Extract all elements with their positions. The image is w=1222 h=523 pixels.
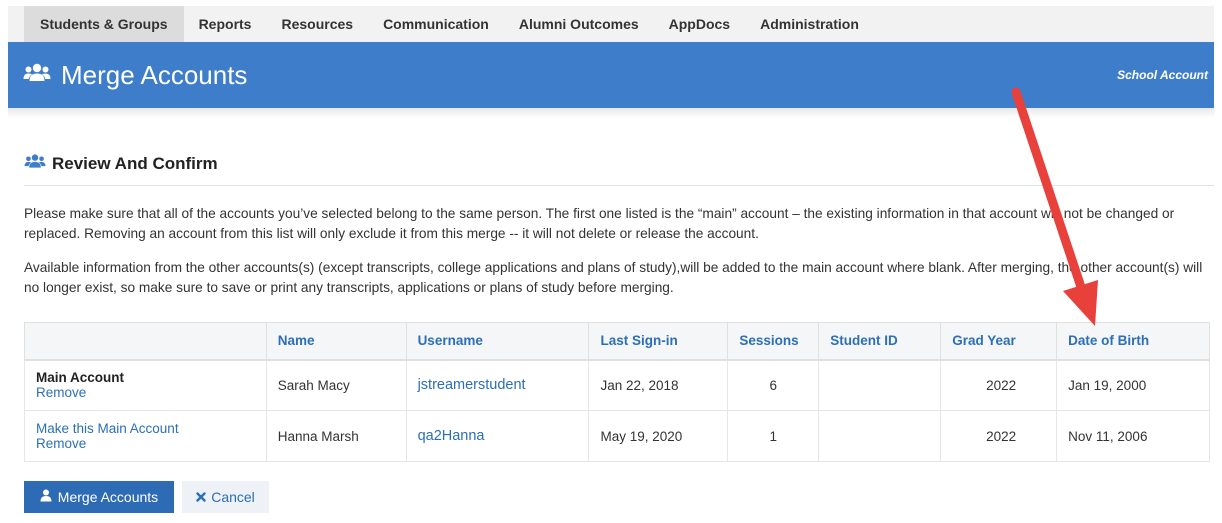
instructions-paragraph-2: Available information from the other acc… <box>24 260 1203 295</box>
name-cell: Sarah Macy <box>265 359 407 411</box>
username-cell: jstreamerstudent <box>405 359 590 411</box>
username-link[interactable]: jstreamerstudent <box>418 377 526 393</box>
student-id-cell <box>818 359 942 411</box>
top-nav: Students & Groups Reports Resources Comm… <box>8 6 1214 42</box>
section-title: Review And Confirm <box>24 153 218 175</box>
nav-appdocs[interactable]: AppDocs <box>654 6 745 42</box>
merge-accounts-label: Merge Accounts <box>57 489 159 505</box>
last-signin-cell: Jan 22, 2018 <box>588 359 729 411</box>
name-cell: Hanna Marsh <box>265 410 407 462</box>
username-cell: qa2Hanna <box>405 410 590 462</box>
student-id-cell <box>818 410 942 462</box>
grad-year-cell: 2022 <box>940 359 1058 411</box>
cancel-button[interactable]: Cancel <box>182 481 269 513</box>
last-signin-cell: May 19, 2020 <box>588 410 729 462</box>
col-header-account <box>24 322 267 361</box>
col-header-sessions[interactable]: Sessions <box>727 322 820 361</box>
account-type-label: School Account <box>1117 68 1208 82</box>
table-row: Main Account Remove Sarah Macy jstreamer… <box>24 359 1210 411</box>
sessions-cell: 6 <box>727 359 820 411</box>
remove-link[interactable]: Remove <box>36 385 255 400</box>
close-icon <box>196 489 206 505</box>
nav-communication[interactable]: Communication <box>368 6 504 42</box>
main-account-label: Main Account <box>36 370 125 386</box>
merge-accounts-button[interactable]: Merge Accounts <box>24 481 174 513</box>
col-header-last-signin[interactable]: Last Sign-in <box>588 322 729 361</box>
section-title-text: Review And Confirm <box>52 154 218 173</box>
nav-reports[interactable]: Reports <box>184 6 267 42</box>
header-shadow <box>8 108 1214 118</box>
nav-students-groups[interactable]: Students & Groups <box>24 6 184 42</box>
section-divider <box>24 185 1214 186</box>
account-status-cell: Main Account Remove <box>24 359 267 411</box>
page-title: Merge Accounts <box>61 59 248 90</box>
nav-resources[interactable]: Resources <box>266 6 368 42</box>
col-header-student-id[interactable]: Student ID <box>818 322 942 361</box>
grad-year-cell: 2022 <box>940 410 1058 462</box>
username-link[interactable]: qa2Hanna <box>418 428 485 444</box>
dob-cell: Nov 11, 2006 <box>1056 410 1210 462</box>
dob-cell: Jan 19, 2000 <box>1056 359 1210 411</box>
make-main-account-link[interactable]: Make this Main Account <box>36 421 255 436</box>
instructions-paragraph-1: Please make sure that all of the account… <box>24 206 1175 241</box>
nav-administration[interactable]: Administration <box>745 6 874 42</box>
header-left: Merge Accounts <box>23 60 247 91</box>
page-header: Merge Accounts School Account <box>8 42 1214 108</box>
table-row: Make this Main Account Remove Hanna Mars… <box>24 410 1210 462</box>
cancel-label: Cancel <box>211 489 255 505</box>
col-header-name[interactable]: Name <box>265 322 407 361</box>
table-header-row: Name Username Last Sign-in Sessions Stud… <box>24 322 1210 361</box>
users-icon <box>24 153 46 175</box>
remove-link[interactable]: Remove <box>36 436 255 451</box>
sessions-cell: 1 <box>727 410 820 462</box>
users-icon <box>23 62 51 89</box>
nav-alumni-outcomes[interactable]: Alumni Outcomes <box>504 6 654 42</box>
account-status-cell: Make this Main Account Remove <box>24 410 267 462</box>
user-icon <box>40 489 52 505</box>
col-header-grad-year[interactable]: Grad Year <box>940 322 1058 361</box>
accounts-table: Name Username Last Sign-in Sessions Stud… <box>24 322 1210 462</box>
col-header-username[interactable]: Username <box>405 322 590 361</box>
col-header-date-of-birth[interactable]: Date of Birth <box>1056 322 1210 361</box>
